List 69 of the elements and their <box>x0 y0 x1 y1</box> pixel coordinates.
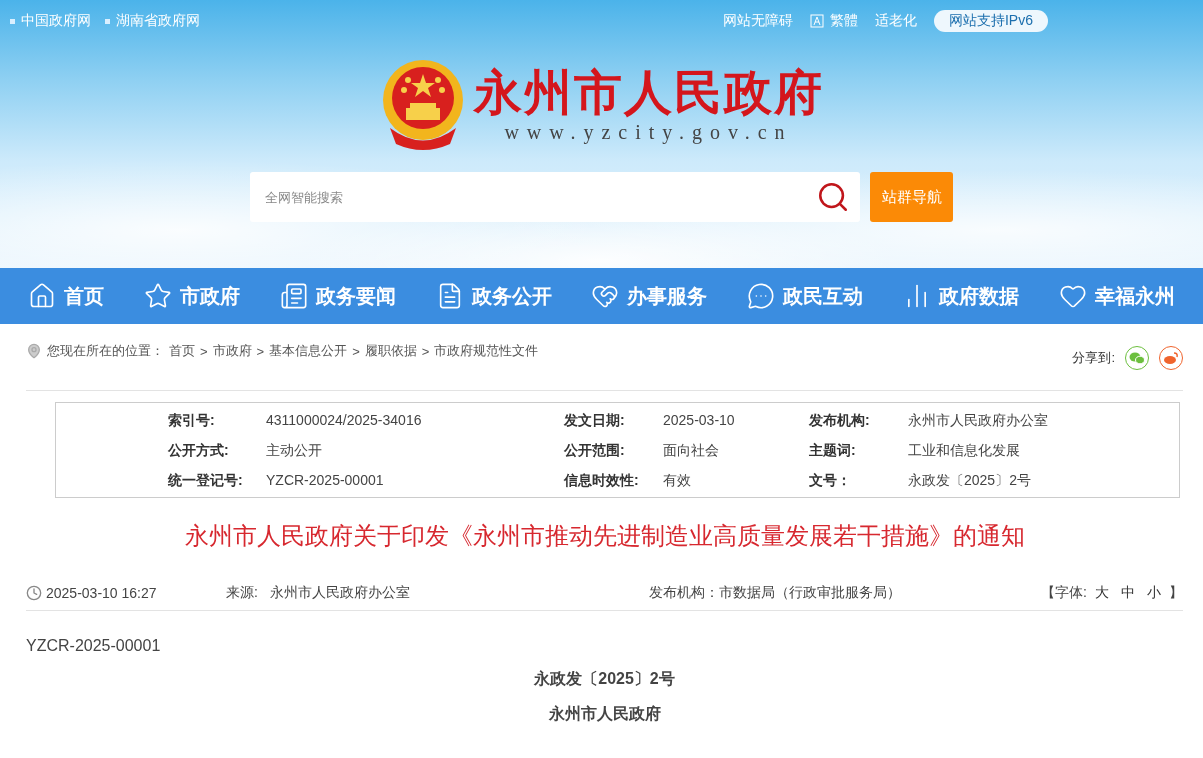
top-link[interactable]: 适老化 <box>875 12 917 30</box>
info-label: 文号： <box>809 472 852 490</box>
info-value: 有效 <box>663 472 692 490</box>
chat-icon <box>747 282 776 310</box>
breadcrumb-link[interactable]: 市政府 <box>212 342 252 360</box>
publish-time: 2025-03-10 16:27 <box>46 585 157 601</box>
font-icon <box>810 14 824 28</box>
font-size-label: 【字体: <box>1041 584 1087 602</box>
font-size-link[interactable]: 大 <box>1095 584 1109 602</box>
article-title: 永州市人民政府关于印发《永州市推动先进制造业高质量发展若干措施》的通知 <box>183 521 1026 551</box>
info-label: 主题词: <box>809 442 857 460</box>
breadcrumb-link[interactable]: 基本信息公开 <box>269 342 348 360</box>
info-label: 公开方式: <box>168 442 230 460</box>
breadcrumb-separator: > <box>352 343 360 359</box>
publisher: 发布机构：市数据局（行政审批服务局） <box>649 584 902 602</box>
newspaper-icon <box>279 282 308 310</box>
info-value: 永政发〔2025〕2号 <box>908 472 1032 490</box>
breadcrumb-link[interactable]: 首页 <box>169 342 195 360</box>
nav-item[interactable]: 政府数据 <box>903 282 1020 310</box>
source-label: 来源: <box>226 584 258 602</box>
info-label: 发文日期: <box>564 412 626 430</box>
breadcrumb-separator: > <box>256 343 265 359</box>
site-nav-button[interactable]: 站群导航 <box>870 172 953 222</box>
info-label: 公开范围: <box>564 442 626 460</box>
nav-item[interactable]: 市政府 <box>143 282 240 310</box>
nav-item[interactable]: 幸福永州 <box>1058 282 1175 310</box>
share-label: 分享到: <box>1072 349 1115 367</box>
nav-item[interactable]: 政务公开 <box>435 282 552 310</box>
body-text: YZCR-2025-00001 <box>26 637 162 655</box>
breadcrumb-separator: > <box>200 343 208 359</box>
info-value: YZCR-2025-00001 <box>266 472 385 490</box>
ipv6-badge[interactable]: 网站支持IPv6 <box>934 10 1048 32</box>
source-value: 永州市人民政府办公室 <box>269 584 410 602</box>
info-value: 面向社会 <box>663 442 720 460</box>
search-icon[interactable] <box>816 180 850 214</box>
info-value: 工业和信息化发展 <box>908 442 1021 460</box>
top-link[interactable]: 湖南省政府网 <box>105 12 200 30</box>
nav-item[interactable]: 政务要闻 <box>279 282 396 310</box>
bracket: 】 <box>1169 584 1183 602</box>
info-value: 永州市人民政府办公室 <box>908 412 1049 430</box>
info-label: 统一登记号: <box>168 472 244 490</box>
info-label: 索引号: <box>168 412 216 430</box>
info-label: 信息时效性: <box>564 472 640 490</box>
star-icon <box>143 282 172 310</box>
top-link[interactable]: 网站无障碍 <box>723 12 793 30</box>
traditional-chinese-link[interactable]: 繁體 <box>810 12 858 30</box>
breadcrumb-link[interactable]: 市政府规范性文件 <box>434 342 539 360</box>
info-label: 发布机构: <box>809 412 871 430</box>
font-size-link[interactable]: 小 <box>1147 584 1161 602</box>
nav-item[interactable]: 办事服务 <box>591 282 708 310</box>
font-size-link[interactable]: 中 <box>1121 584 1135 602</box>
site-title: 永州市人民政府 <box>473 64 824 121</box>
top-link[interactable]: 中国政府网 <box>10 12 91 30</box>
nav-item[interactable]: 首页 <box>28 282 104 310</box>
info-value: 2025-03-10 <box>663 412 736 430</box>
search-field[interactable]: 全网智能搜索 <box>250 172 860 222</box>
breadcrumb-separator: > <box>421 343 430 359</box>
info-value: 4311000024/2025-34016 <box>266 412 423 430</box>
nav-item[interactable]: 政民互动 <box>747 282 864 310</box>
house-icon <box>28 282 56 310</box>
body-heading: 永州市人民政府 <box>547 704 662 724</box>
clock-icon <box>26 585 42 601</box>
site-url: www.yzcity.gov.cn <box>504 120 793 144</box>
body-heading: 永政发〔2025〕2号 <box>533 669 676 689</box>
location-icon <box>26 343 42 359</box>
info-value: 主动公开 <box>266 442 323 460</box>
breadcrumb-prefix: 您现在所在的位置： <box>47 342 164 360</box>
chat-bubbles-icon <box>1129 351 1145 365</box>
breadcrumb-link[interactable]: 履职依据 <box>364 342 417 360</box>
